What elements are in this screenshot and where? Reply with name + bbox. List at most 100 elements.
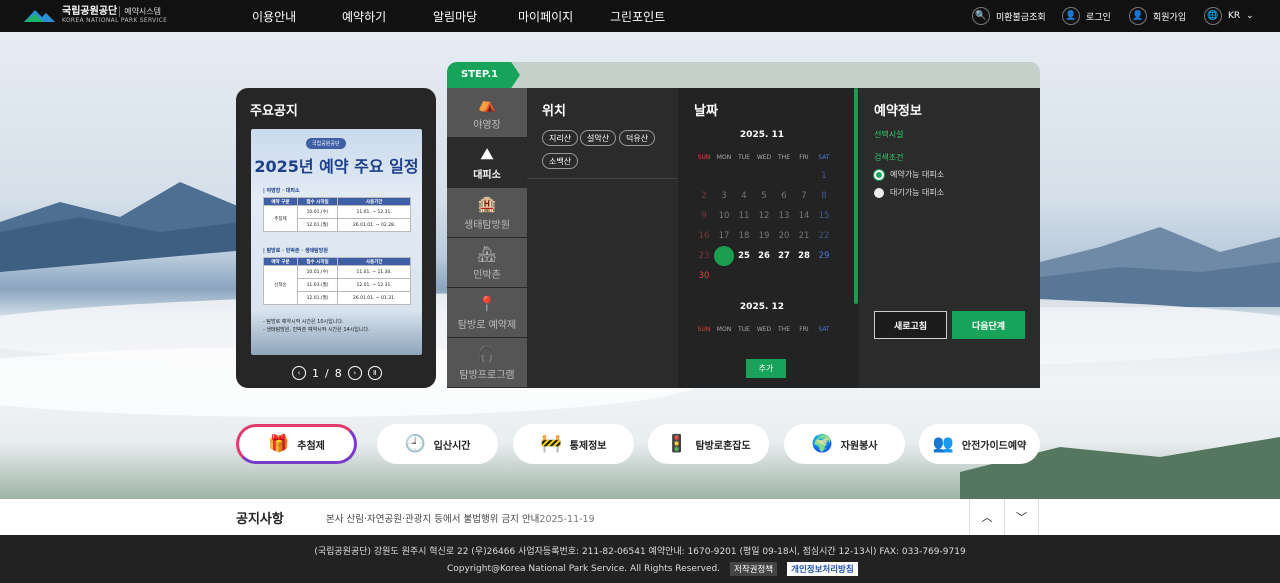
radio-label: 예약가능 대피소	[890, 170, 945, 179]
location-title: 위치	[542, 104, 566, 119]
top-header: 국립공원공단 예약시스템 KOREA NATIONAL PARK SERVICE…	[0, 0, 1280, 32]
next-icon[interactable]: ›	[347, 366, 362, 380]
table-head: 접수 시작일	[296, 257, 339, 266]
search-label: 검색조건	[874, 153, 904, 162]
quick-volunteer-button[interactable]: 🌍 자원봉사	[784, 424, 905, 464]
pager-current: 1	[312, 366, 319, 380]
notice-card-title: 주요공지	[250, 104, 298, 119]
footer-info: (국립공원공단) 강원도 원주시 혁신로 22 (우)26466 사업자등록번호…	[314, 547, 966, 557]
notice-poster[interactable]: 국립공원공단 2025년 예약 주요 일정 | 야영장 · 대피소 예약 구분 …	[251, 129, 422, 355]
nav-notice[interactable]: 알림마당	[433, 8, 477, 25]
quick-control-info-button[interactable]: 🚧 통제정보	[513, 424, 634, 464]
tab-minbak[interactable]: 🏘 민박촌	[447, 238, 527, 288]
gift-icon: 🎁	[268, 434, 290, 453]
calendar-day: 16	[698, 231, 710, 241]
calendar-day: 17	[718, 231, 730, 241]
refresh-button[interactable]: 새로고침	[874, 311, 947, 339]
calendar-day[interactable]: 26	[754, 246, 774, 266]
nav-reserve[interactable]: 예약하기	[342, 8, 386, 25]
weekday: SAT	[818, 326, 830, 333]
logo-name: 국립공원공단	[62, 6, 118, 17]
chevron-down-icon[interactable]: ﹀	[1004, 499, 1039, 535]
nav-mypage[interactable]: 마이페이지	[518, 8, 573, 25]
logo-system: 예약시스템	[119, 6, 161, 17]
add-button[interactable]: 추가	[746, 359, 786, 378]
weekday: SAT	[818, 154, 830, 161]
calendar-day[interactable]: 27	[774, 246, 794, 266]
poster-table1: 예약 구분 접수 시작일 사용기간 추첨제 10.01.(수) 11.01. ~…	[263, 197, 411, 232]
notice-text: 본사 산림·자연공원·관광지 등에서 불법행위 금지 안내	[326, 514, 540, 525]
radio-waitlist[interactable]: 대기가능 대피소	[874, 187, 944, 198]
receipt-search-icon: 🔍	[972, 7, 990, 25]
poster-note2: - 생태탐방원, 민박촌 예약시작 시간은 14시입니다.	[263, 327, 370, 333]
radio-label: 대기가능 대피소	[890, 188, 945, 197]
calendar-day: 22	[818, 231, 830, 241]
notice-bar: 공지사항 본사 산림·자연공원·관광지 등에서 불법행위 금지 안내2025-1…	[0, 499, 1280, 535]
poster-notes: - 탐방로 예약시작 시간은 10시입니다. - 생태탐방원, 민박촌 예약시작…	[263, 318, 370, 334]
calendar-day: 3	[721, 191, 727, 201]
chip-jirisan[interactable]: 지리산	[542, 130, 579, 146]
quick-congestion-button[interactable]: 🚦 탐방로혼잡도	[648, 424, 769, 464]
calendar-day: 14	[798, 211, 810, 221]
poster-pill: 국립공원공단	[306, 138, 346, 149]
nav-guide[interactable]: 이용안내	[252, 8, 296, 25]
next-step-button[interactable]: 다음단계	[952, 311, 1025, 339]
chip-seoraksan[interactable]: 설악산	[580, 130, 617, 146]
radio-available[interactable]: 예약가능 대피소	[874, 169, 944, 180]
quick-safety-guide-button[interactable]: 👥 안전가이드예약	[919, 424, 1040, 464]
language-label: KR	[1228, 11, 1241, 21]
table-cell: 12.01.(월)	[296, 291, 339, 305]
prev-icon[interactable]: ‹	[292, 366, 306, 380]
calendar-day: 2	[701, 191, 707, 201]
tab-label: 탐방로 예약제	[457, 319, 517, 331]
volunteer-icon: 🌍	[811, 434, 833, 453]
calendar-day: 10	[718, 211, 730, 221]
divider	[527, 178, 678, 179]
weekday: FRI	[799, 326, 809, 333]
calendar-day[interactable]: 29	[814, 246, 834, 266]
notice-bar-item[interactable]: 본사 산림·자연공원·관광지 등에서 불법행위 금지 안내2025-11-19	[326, 511, 595, 525]
unpaid-lookup-link[interactable]: 🔍 미환불금조회	[972, 7, 1046, 25]
quick-lottery-button[interactable]: 🎁 추첨제	[236, 424, 357, 464]
table-cell: 12.01.(월)	[296, 218, 339, 232]
login-link[interactable]: 👤 로그인	[1062, 7, 1111, 25]
nav-greenpoint[interactable]: 그린포인트	[610, 8, 665, 25]
tab-label: 생태탐방원	[464, 219, 510, 231]
tab-campsite[interactable]: ⛺ 야영장	[447, 88, 527, 138]
table-row: 선착순 10.01.(수) 11.01. ~ 11.30.	[263, 265, 411, 305]
tab-program[interactable]: 🎧 탐방프로그램	[447, 338, 527, 388]
calendar-day-selected[interactable]	[714, 246, 734, 266]
location-panel: 위치 지리산 설악산 덕유산 소백산	[527, 88, 678, 388]
chevron-up-icon[interactable]: ︿	[969, 499, 1004, 535]
main-notice-card: 주요공지 국립공원공단 2025년 예약 주요 일정 | 야영장 · 대피소 예…	[236, 88, 436, 388]
notice-pager: ‹ 1 / 8 › Ⅱ	[292, 366, 382, 380]
weekday-row: SUN MON TUE WED THE FRI SAT	[694, 326, 834, 333]
calendar-day: 15	[818, 211, 830, 221]
site-logo[interactable]: 국립공원공단 예약시스템 KOREA NATIONAL PARK SERVICE	[22, 4, 167, 26]
tab-shelter[interactable]: ⛰ 대피소	[447, 138, 527, 188]
tab-eco-center[interactable]: 🏨 생태탐방원	[447, 188, 527, 238]
language-select[interactable]: 🌐 KR ⌄	[1204, 7, 1254, 25]
chip-sobaeksan[interactable]: 소백산	[542, 153, 579, 169]
pause-icon[interactable]: Ⅱ	[367, 366, 382, 380]
table-cell: 10.01.(수)	[296, 265, 339, 279]
weekday: MON	[716, 326, 732, 333]
quick-entry-time-button[interactable]: 🕘 입산시간	[377, 424, 498, 464]
tab-trail[interactable]: 📍 탐방로 예약제	[447, 288, 527, 338]
table-head: 예약 구분	[263, 257, 298, 266]
reservation-info-panel: 예약정보 선택시설 검색조건 예약가능 대피소 대기가능 대피소 새로고침 다음…	[859, 88, 1040, 388]
calendar-day[interactable]: 30	[694, 266, 714, 286]
scrollbar[interactable]	[854, 88, 858, 304]
table-cell: 11.03.(월)	[296, 278, 339, 292]
chip-deogyusan[interactable]: 덕유산	[619, 130, 656, 146]
calendar-day[interactable]: 28	[794, 246, 814, 266]
copyright-policy-link[interactable]: 저작권정책	[730, 562, 778, 576]
step-label: STEP.1	[447, 62, 520, 88]
login-label: 로그인	[1086, 12, 1111, 23]
calendar-day[interactable]: 25	[734, 246, 754, 266]
calendar-day: 12	[758, 211, 770, 221]
tab-label: 대피소	[473, 169, 501, 181]
join-link[interactable]: 👤 회원가입	[1129, 7, 1186, 25]
privacy-policy-link[interactable]: 개인정보처리방침	[787, 562, 858, 576]
facility-label: 선택시설	[874, 130, 904, 139]
